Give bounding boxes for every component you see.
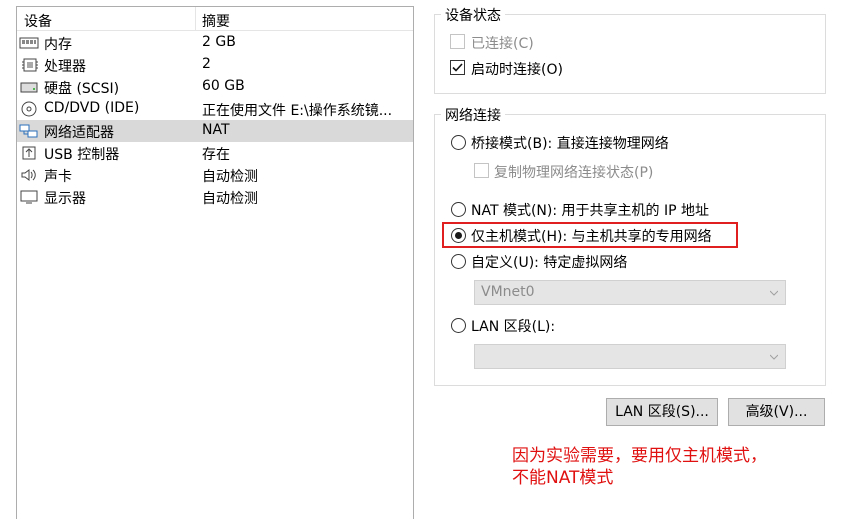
device-list-header: 设备 摘要 [17,7,413,31]
device-name: CD/DVD (IDE) [44,100,140,116]
connect-at-power-on-checkbox[interactable] [450,60,465,75]
custom-radio[interactable] [451,254,466,269]
device-name: 显示器 [44,191,86,207]
connected-checkbox[interactable] [450,34,465,49]
device-row-processor[interactable]: 处理器 2 [17,54,413,76]
bridged-label: 桥接模式(B): 直接连接物理网络 [471,136,669,152]
bridged-radio[interactable] [451,135,466,150]
device-name: 网络适配器 [44,125,114,141]
device-list-panel: 设备 摘要 内存 2 GB 处理器 2 硬盘 (SCSI) 60 GB CD/D… [16,6,414,519]
device-row-sound-card[interactable]: 声卡 自动检测 [17,164,413,186]
column-header-device[interactable]: 设备 [24,11,52,31]
processor-icon [22,58,38,72]
advanced-button[interactable]: 高级(V)... [728,398,825,426]
lan-segments-button[interactable]: LAN 区段(S)... [606,398,718,426]
device-row-usb-controller[interactable]: USB 控制器 存在 [17,142,413,164]
device-name: 处理器 [44,59,86,75]
replicate-state-label: 复制物理网络连接状态(P) [494,165,654,181]
lan-segment-dropdown[interactable] [474,344,786,369]
custom-label: 自定义(U): 特定虚拟网络 [471,255,628,271]
lan-segment-radio[interactable] [451,318,466,333]
sound-icon [21,169,36,181]
device-summary: 自动检测 [202,169,258,185]
custom-network-dropdown[interactable]: VMnet0 [474,280,786,305]
lan-segment-label: LAN 区段(L): [471,319,556,335]
check-icon [452,63,463,72]
device-name: USB 控制器 [44,147,120,163]
highlight-annotation-box [442,222,738,248]
connected-label: 已连接(C) [471,36,534,52]
device-status-group: 设备状态 [434,5,826,94]
chevron-down-icon [770,290,778,296]
connect-at-power-on-label: 启动时连接(O) [471,62,563,78]
device-status-title: 设备状态 [441,5,505,25]
memory-icon [19,37,39,49]
device-row-hard-disk[interactable]: 硬盘 (SCSI) 60 GB [17,76,413,98]
device-row-memory[interactable]: 内存 2 GB [17,32,413,54]
usb-icon [22,146,36,160]
network-adapter-icon [19,124,38,138]
device-name: 内存 [44,37,72,53]
annotation-line-1: 因为实验需要，要用仅主机模式， [512,446,767,466]
device-summary: 60 GB [202,78,245,94]
hard-disk-icon [20,82,38,93]
device-summary: 2 GB [202,34,236,50]
device-name: 声卡 [44,169,72,185]
device-summary: NAT [202,122,230,138]
device-summary: 存在 [202,147,230,163]
column-header-summary[interactable]: 摘要 [202,11,230,31]
cd-dvd-icon [21,101,37,117]
custom-network-value: VMnet0 [481,284,535,300]
annotation-line-2: 不能NAT模式 [512,468,614,488]
device-row-network-adapter[interactable]: 网络适配器 NAT [17,120,413,142]
annotation-note: 因为实验需要，要用仅主机模式， 不能NAT模式 [512,445,832,489]
display-icon [20,190,38,204]
device-row-display[interactable]: 显示器 自动检测 [17,186,413,208]
device-summary: 自动检测 [202,191,258,207]
nat-label: NAT 模式(N): 用于共享主机的 IP 地址 [471,203,709,219]
column-divider[interactable] [195,7,196,31]
chevron-down-icon [770,354,778,360]
device-name: 硬盘 (SCSI) [44,81,120,97]
device-row-cd-dvd[interactable]: CD/DVD (IDE) 正在使用文件 E:\操作系统镜... [17,98,413,120]
nat-radio[interactable] [451,202,466,217]
replicate-state-checkbox[interactable] [474,163,489,178]
device-summary: 2 [202,56,211,72]
device-summary: 正在使用文件 E:\操作系统镜... [202,103,393,119]
network-connection-title: 网络连接 [441,105,505,125]
